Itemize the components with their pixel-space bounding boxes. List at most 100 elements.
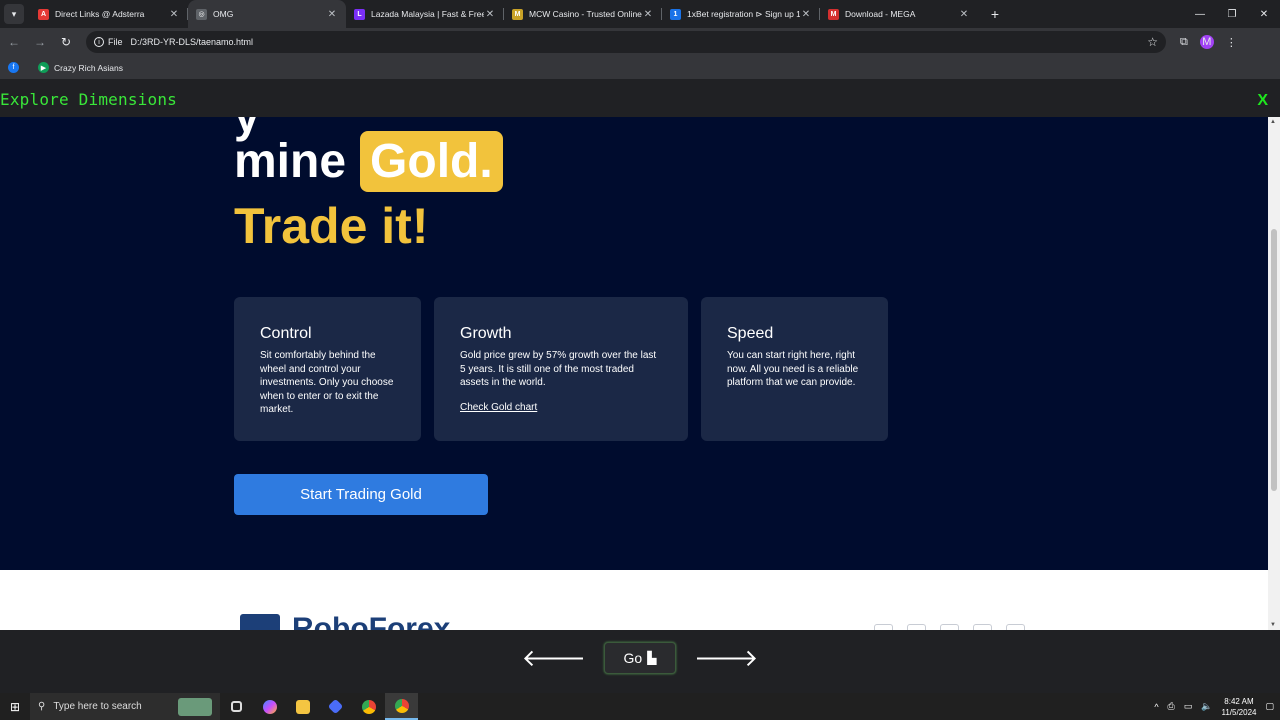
chevron-down-icon: ▾ <box>11 8 17 19</box>
minimize-icon[interactable]: — <box>1184 0 1216 28</box>
notifications-icon[interactable]: ▢ <box>1265 701 1274 712</box>
roboforex-logo-icon <box>240 614 280 630</box>
tab-favicon-icon: ◎ <box>196 8 207 20</box>
clock-date: 11/5/2024 <box>1221 707 1257 717</box>
bookmark-facebook[interactable]: f <box>8 62 24 73</box>
tab-title: MCW Casino - Trusted Online C <box>529 9 642 19</box>
gold-highlight: Gold. <box>360 131 503 192</box>
system-clock[interactable]: 8:42 AM 11/5/2024 <box>1221 696 1256 718</box>
viewer-header: Explore Dimensions X <box>0 81 1280 117</box>
reload-icon[interactable]: ↻ <box>54 30 78 54</box>
tab-close-icon[interactable]: ✕ <box>326 9 338 20</box>
copilot-icon[interactable] <box>253 693 286 720</box>
tab-0[interactable]: A Direct Links @ Adsterra ✕ <box>30 0 188 28</box>
scroll-up-icon[interactable]: ▲ <box>1270 119 1276 125</box>
tab-close-icon[interactable]: ✕ <box>800 9 812 20</box>
web-page: y mine Gold. Trade it! Control Sit comfo… <box>0 117 1268 630</box>
card-text: Sit comfortably behind the wheel and con… <box>260 350 394 415</box>
volume-icon[interactable]: 🔈 <box>1201 701 1212 712</box>
card-title: Control <box>260 325 312 342</box>
window-controls: — ❐ ✕ <box>1184 0 1280 28</box>
hero-headline: mine Gold. <box>234 131 503 192</box>
hero-line1-text: mine <box>234 135 347 188</box>
forward-arrow-icon[interactable]: → <box>28 30 52 54</box>
scroll-down-icon[interactable]: ▼ <box>1270 622 1276 628</box>
tab-title: 1xBet registration ⊳ Sign up 1x <box>687 8 800 19</box>
windows-start-icon[interactable]: ⊞ <box>0 693 30 720</box>
taskbar-search-placeholder: Type here to search <box>53 701 142 712</box>
network-icon[interactable]: ▭ <box>1184 701 1193 712</box>
menu-kebab-icon[interactable]: ⋮ <box>1226 36 1237 49</box>
tab-title: Download - MEGA <box>845 9 916 19</box>
door-icon: ▙ <box>647 651 657 665</box>
tab-close-icon[interactable]: ✕ <box>958 9 970 20</box>
file-explorer-icon[interactable] <box>286 693 319 720</box>
feature-card-speed: Speed You can start right here, right no… <box>701 297 888 441</box>
card-text: Gold price grew by 57% growth over the l… <box>460 350 657 388</box>
tab-favicon-icon: M <box>512 8 523 20</box>
viewer-close-button[interactable]: X <box>1257 92 1268 110</box>
url-text[interactable]: D:/3RD-YR-DLS/taenamo.html <box>131 37 1148 47</box>
chevron-up-icon[interactable]: ^ <box>1154 702 1158 712</box>
search-highlight-image <box>178 697 212 716</box>
address-bar[interactable]: i File D:/3RD-YR-DLS/taenamo.html ☆ <box>86 31 1166 53</box>
check-gold-chart-link[interactable]: Check Gold chart <box>460 402 537 413</box>
logo-text: RoboForex <box>292 612 451 630</box>
site-info-label: File <box>108 37 123 47</box>
tab-close-icon[interactable]: ✕ <box>642 9 654 20</box>
tab-1[interactable]: ◎ OMG ✕ <box>188 0 346 28</box>
bookmarks-bar: f ▶ Crazy Rich Asians <box>0 56 1280 80</box>
extensions-icon[interactable]: ⧉ <box>1180 36 1188 49</box>
tab-title: Lazada Malaysia | Fast & Free S <box>371 9 484 19</box>
device-icon[interactable]: ⎙ <box>1168 701 1175 712</box>
go-button[interactable]: Go ▙ <box>604 642 676 674</box>
bookmark-star-icon[interactable]: ☆ <box>1147 35 1158 49</box>
site-info-chip[interactable]: i File <box>94 37 123 47</box>
tab-search-button[interactable]: ▾ <box>4 4 24 24</box>
taskbar-search[interactable]: ⚲ Type here to search <box>30 693 220 720</box>
back-arrow-icon[interactable]: ← <box>2 30 26 54</box>
tab-2[interactable]: L Lazada Malaysia | Fast & Free S ✕ <box>346 0 504 28</box>
card-text: You can start right here, right now. All… <box>727 350 859 388</box>
play-icon: ▶ <box>38 62 49 73</box>
chrome-icon[interactable] <box>352 693 385 720</box>
app-icon[interactable] <box>319 693 352 720</box>
footer: RoboForex <box>0 570 1268 630</box>
start-trading-gold-button[interactable]: Start Trading Gold <box>234 474 488 515</box>
chrome-active-icon[interactable] <box>385 693 418 720</box>
bookmark-crazy-rich-asians[interactable]: ▶ Crazy Rich Asians <box>38 62 123 73</box>
feature-card-growth: Growth Gold price grew by 57% growth ove… <box>434 297 688 441</box>
roboforex-logo[interactable]: RoboForex <box>240 612 451 630</box>
tab-3[interactable]: M MCW Casino - Trusted Online C ✕ <box>504 0 662 28</box>
viewer-title: Explore Dimensions <box>0 89 177 109</box>
feature-card-control: Control Sit comfortably behind the wheel… <box>234 297 421 441</box>
tab-strip: ▾ A Direct Links @ Adsterra ✕ ◎ OMG ✕ L … <box>0 0 1280 28</box>
windows-taskbar: ⊞ ⚲ Type here to search ^ ⎙ ▭ 🔈 8:42 AM … <box>0 693 1280 720</box>
tab-favicon-icon: A <box>38 8 49 20</box>
tab-title: OMG <box>213 9 234 19</box>
tab-4[interactable]: 1 1xBet registration ⊳ Sign up 1x ✕ <box>662 0 820 28</box>
tab-favicon-icon: 1 <box>670 8 681 20</box>
info-icon: i <box>94 37 104 47</box>
tab-favicon-icon: M <box>828 8 839 20</box>
hero-line2: Trade it! <box>234 198 429 254</box>
tab-close-icon[interactable]: ✕ <box>484 9 496 20</box>
viewer-navigation: 🡐 Go ▙ 🡒 <box>0 630 1280 686</box>
facebook-icon: f <box>8 62 19 73</box>
go-label: Go <box>623 650 643 666</box>
restore-icon[interactable]: ❐ <box>1216 0 1248 28</box>
next-arrow-icon[interactable]: 🡒 <box>694 643 758 673</box>
new-tab-button[interactable]: + <box>984 3 1006 25</box>
close-window-icon[interactable]: ✕ <box>1248 0 1280 28</box>
tab-5[interactable]: M Download - MEGA ✕ <box>820 0 978 28</box>
task-view-icon[interactable] <box>220 693 253 720</box>
tab-title: Direct Links @ Adsterra <box>55 9 145 19</box>
previous-arrow-icon[interactable]: 🡐 <box>522 643 586 673</box>
system-tray: ^ ⎙ ▭ 🔈 8:42 AM 11/5/2024 ▢ <box>1154 693 1274 720</box>
card-title: Growth <box>460 325 512 342</box>
tab-favicon-icon: L <box>354 8 365 20</box>
profile-avatar[interactable]: M <box>1199 35 1214 49</box>
tab-close-icon[interactable]: ✕ <box>168 9 180 20</box>
scrollbar-thumb[interactable] <box>1271 229 1277 491</box>
page-scrollbar[interactable]: ▲ ▼ <box>1268 117 1280 630</box>
